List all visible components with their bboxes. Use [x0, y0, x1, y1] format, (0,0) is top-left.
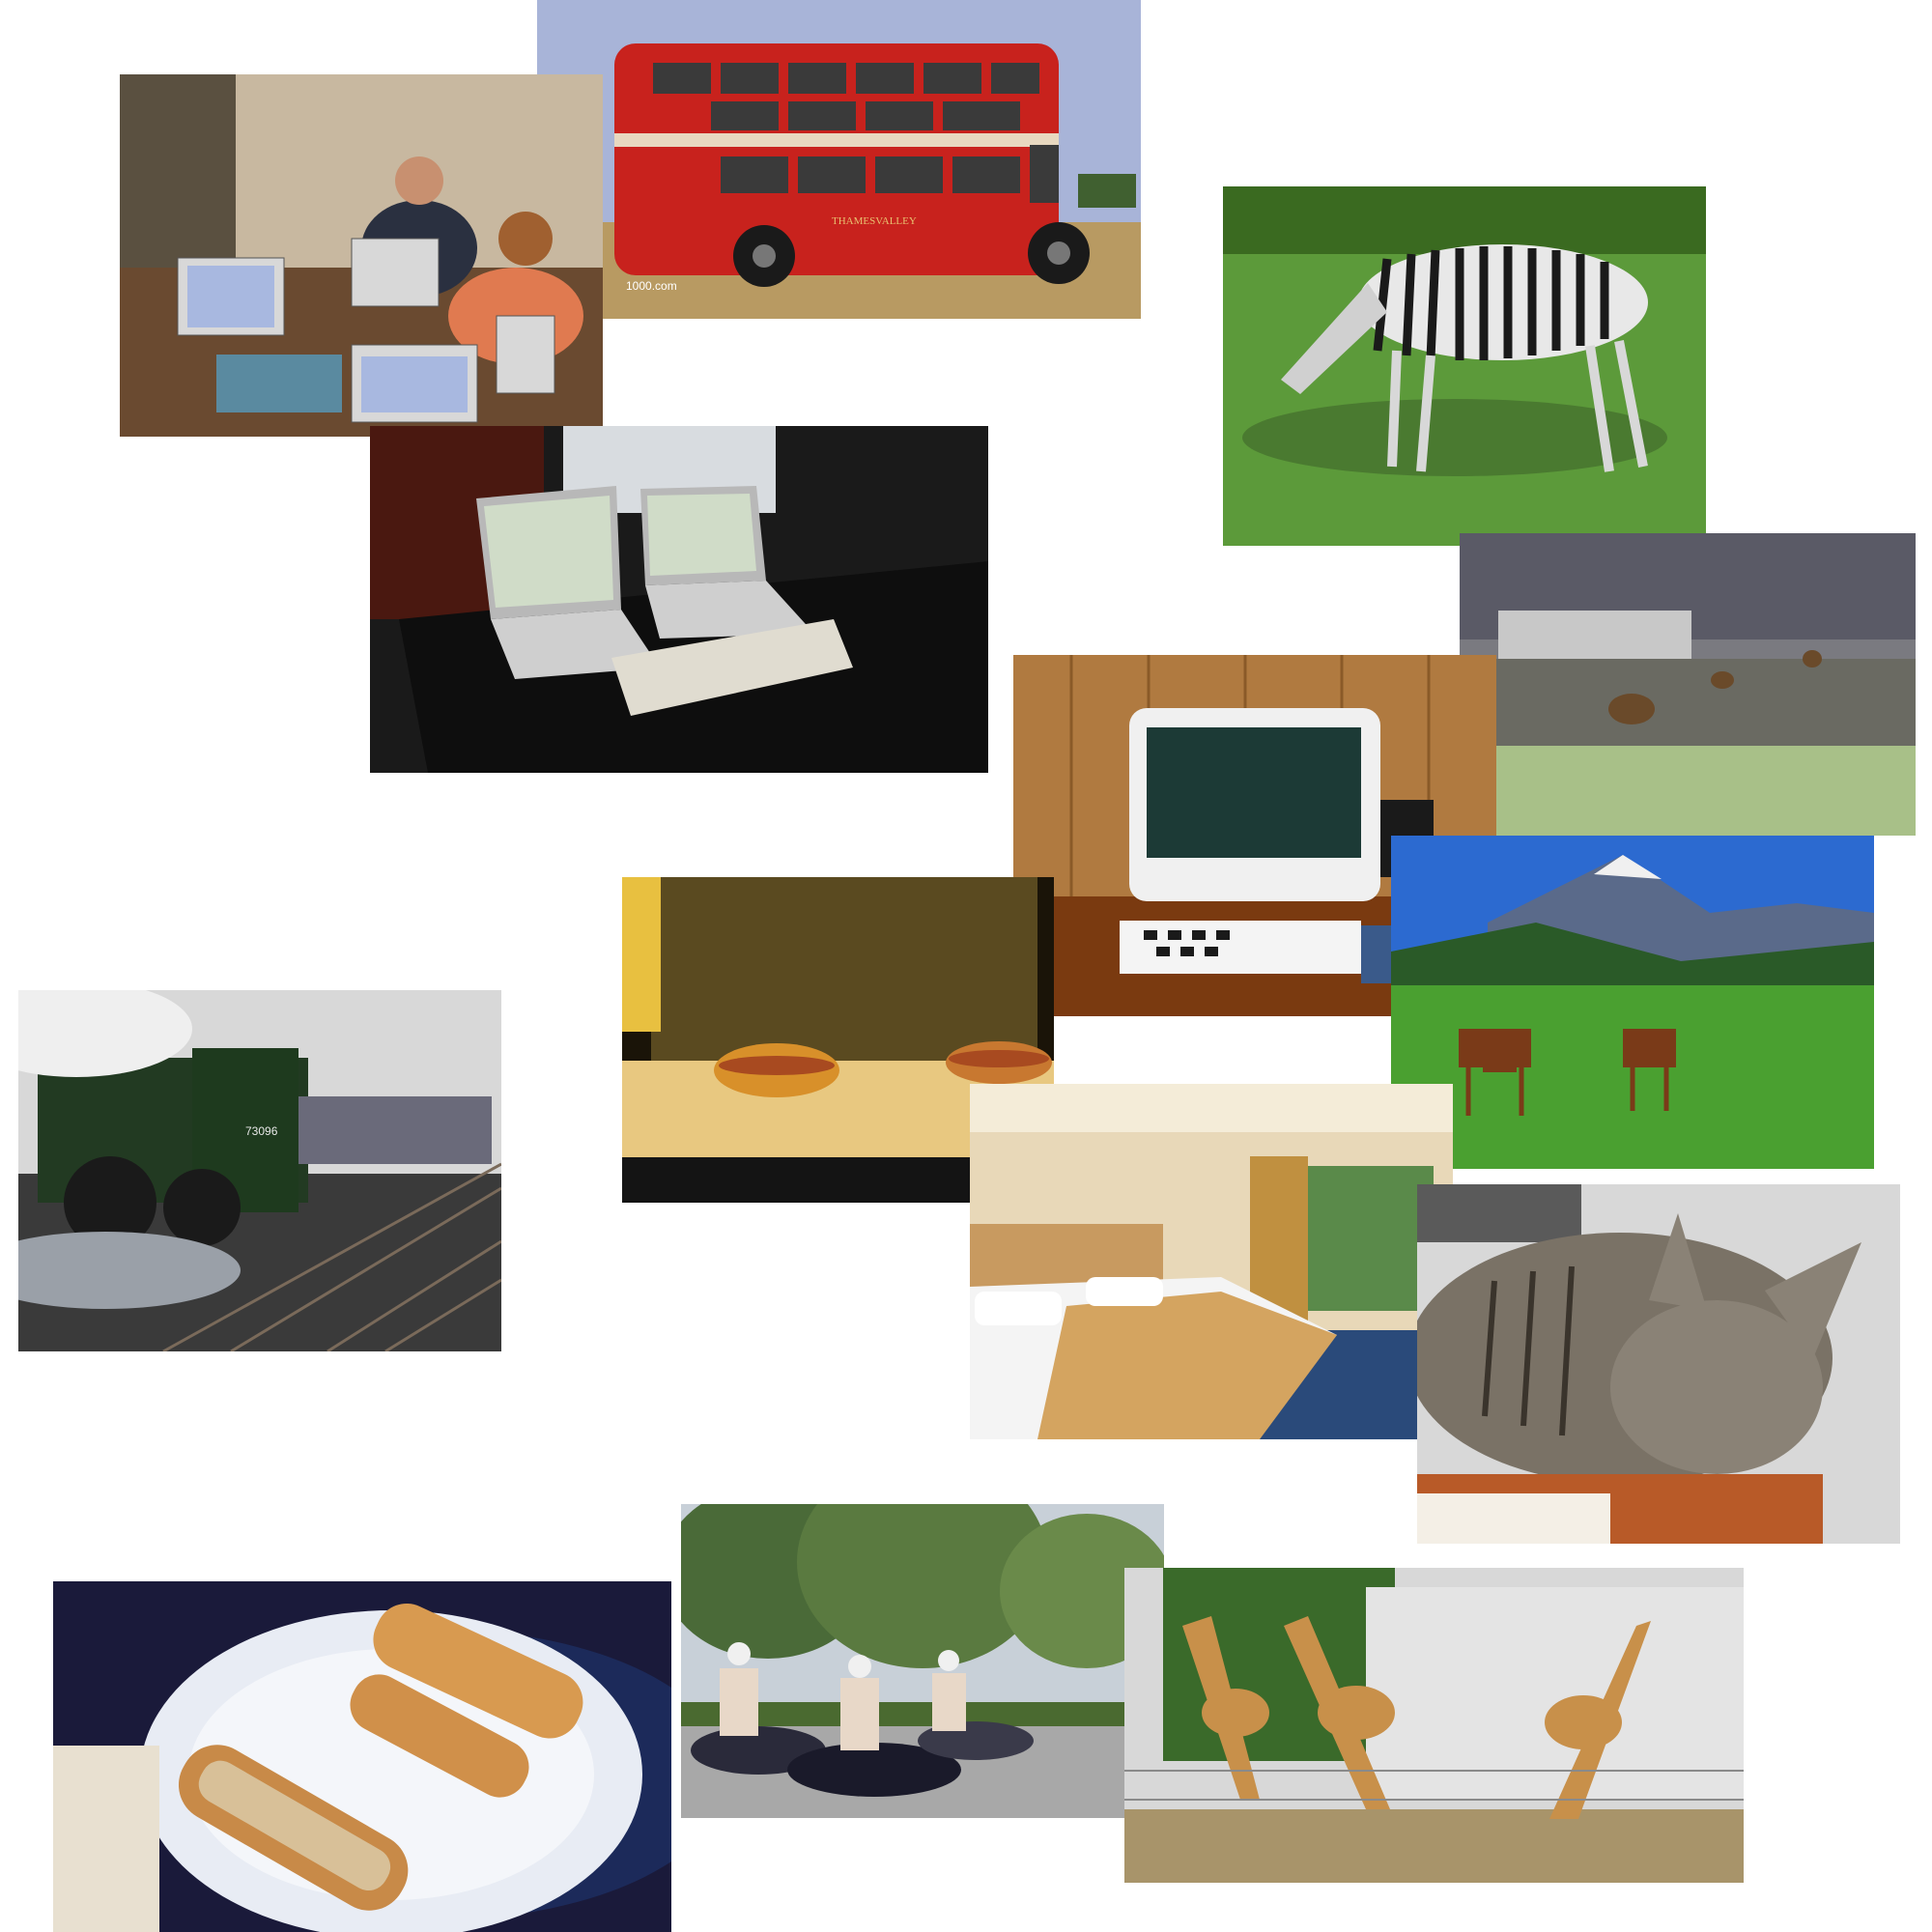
photo-hotel [970, 1084, 1453, 1439]
bus-watermark: 1000.com [626, 279, 677, 293]
photo-cat [1417, 1184, 1900, 1544]
photo-bears [1460, 533, 1916, 836]
train-number: 73096 [245, 1124, 278, 1138]
photo-zebra [1223, 186, 1706, 546]
bus-text: THAMESVALLEY [832, 215, 917, 227]
photo-train: 73096 [18, 990, 501, 1351]
photo-giraffes [1124, 1568, 1744, 1883]
photo-laptop-party [120, 74, 603, 437]
photo-desk-laptops [370, 426, 988, 773]
photo-sandwich [53, 1581, 671, 1932]
photo-horses [1391, 836, 1874, 1169]
photo-bus: THAMESVALLEY 1000.com [537, 0, 1141, 319]
photo-scooters [681, 1504, 1164, 1818]
